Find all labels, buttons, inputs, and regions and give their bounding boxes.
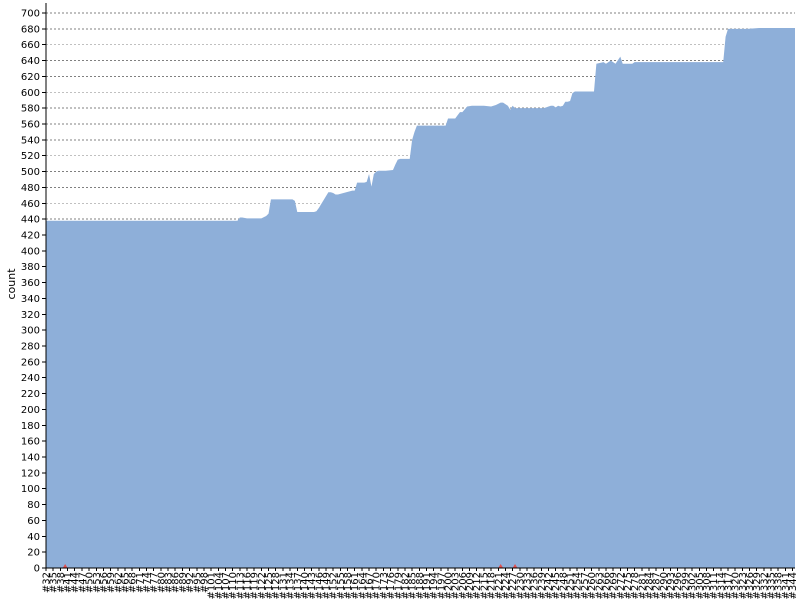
y-tick-label: 400	[21, 246, 40, 257]
y-tick-label: 440	[21, 215, 40, 226]
y-tick-label: 540	[21, 135, 40, 146]
x-axis: #32#35#38#41#44#47#50#53#56#59#62#65#68#…	[42, 567, 799, 599]
y-tick-label: 260	[21, 357, 40, 368]
y-tick-label: 120	[21, 468, 40, 479]
y-tick-label: 500	[21, 167, 40, 178]
y-tick-label: 160	[21, 437, 40, 448]
area-chart: 0 20 40 60 80 100 120 140 160 180 200 220 240 260 280 3…	[5, 3, 799, 599]
y-tick-label: 20	[27, 548, 40, 559]
y-tick-label: 100	[21, 484, 40, 495]
y-tick-label: 240	[21, 373, 40, 384]
area-fill	[46, 28, 795, 569]
y-tick-label: 320	[21, 310, 40, 321]
y-tick-label: 460	[21, 199, 40, 210]
y-tick-label: 360	[21, 278, 40, 289]
y-tick-label: 520	[21, 151, 40, 162]
y-tick-label: 700	[21, 9, 40, 20]
y-tick-label: 420	[21, 231, 40, 242]
y-axis: 0 20 40 60 80 100 120 140 160 180 200 220 240 260 280 3…	[21, 3, 47, 575]
y-tick-label: 480	[21, 183, 40, 194]
y-tick-label: 0	[34, 564, 40, 575]
y-tick-label: 60	[27, 516, 40, 527]
y-tick-label: 280	[21, 342, 40, 353]
y-tick-label: 40	[27, 532, 40, 543]
y-tick-label: 600	[21, 88, 40, 99]
x-tick-label: #344	[788, 572, 799, 599]
y-tick-label: 200	[21, 405, 40, 416]
y-tick-label: 580	[21, 104, 40, 115]
series-area	[46, 28, 795, 569]
y-axis-label: count	[5, 268, 18, 300]
y-tick-label: 680	[21, 24, 40, 35]
y-tick-label: 300	[21, 326, 40, 337]
y-tick-label: 180	[21, 421, 40, 432]
y-tick-label: 380	[21, 262, 40, 273]
y-tick-label: 660	[21, 40, 40, 51]
y-tick-label: 620	[21, 72, 40, 83]
y-tick-label: 560	[21, 120, 40, 131]
y-tick-label: 220	[21, 389, 40, 400]
y-tick-label: 80	[27, 500, 40, 511]
y-tick-label: 640	[21, 56, 40, 67]
y-tick-label: 340	[21, 294, 40, 305]
y-tick-label: 140	[21, 453, 40, 464]
